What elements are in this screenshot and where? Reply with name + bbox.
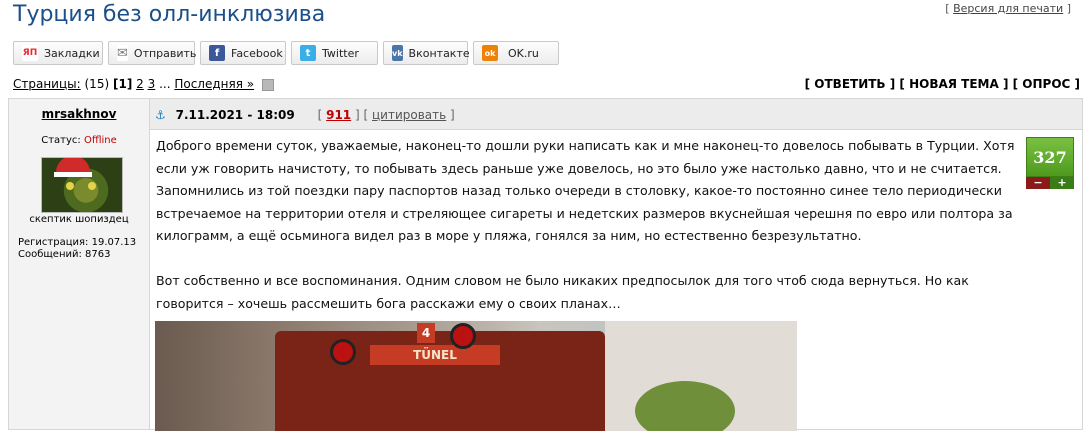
avatar-eye — [66, 182, 74, 190]
pagination-dropdown-icon[interactable] — [261, 78, 274, 91]
pagination-label[interactable]: Страницы: — [13, 77, 81, 91]
photo-lamp — [330, 339, 356, 365]
avatar-eye — [88, 182, 96, 190]
author-info: Регистрация: 19.07.13 Сообщений: 8763 — [18, 237, 136, 261]
share-vk-button[interactable]: vk Вконтакте — [383, 41, 470, 65]
post-author-name[interactable]: mrsakhnov — [9, 107, 149, 121]
post-author-column: mrsakhnov Статус: Offline скептик шопизд… — [9, 99, 150, 429]
photo-lamp — [450, 323, 476, 349]
pagination-count: (15) — [84, 77, 110, 91]
share-bar: ЯП Закладки ✉ Отправить f Facebook t Twi… — [13, 41, 559, 67]
pagination-last[interactable]: Последняя » — [174, 77, 254, 91]
post-photo[interactable]: 4 TÜNEL — [155, 321, 797, 431]
post-date: 7.11.2021 - 18:09 — [175, 108, 295, 122]
yandex-bookmarks-icon: ЯП — [22, 45, 38, 61]
odnoklassniki-icon: ok — [482, 45, 498, 61]
photo-tram-sign: TÜNEL — [370, 345, 500, 365]
quote-link[interactable]: цитировать — [372, 108, 446, 122]
author-status: Статус: Offline — [9, 135, 149, 146]
author-registration: Регистрация: 19.07.13 — [18, 237, 137, 248]
photo-tram-number: 4 — [417, 323, 435, 343]
twitter-icon: t — [300, 45, 316, 61]
topic-actions[interactable]: [ ОТВЕТИТЬ ] [ НОВАЯ ТЕМА ] [ ОПРОС ] — [805, 77, 1080, 91]
rating-minus-button[interactable]: − — [1026, 177, 1050, 189]
post-number-link[interactable]: 911 — [326, 108, 351, 122]
author-status-value: Offline — [83, 135, 117, 146]
mail-icon: ✉ — [117, 45, 128, 61]
share-facebook-label: Facebook — [231, 46, 283, 60]
share-email-button[interactable]: ✉ Отправить — [108, 41, 197, 65]
pagination-page-3[interactable]: 3 — [148, 77, 156, 91]
rating-value: 327 — [1026, 137, 1074, 177]
post-paragraph: Доброго времени суток, уважаемые, наконе… — [156, 138, 1015, 244]
pager-row: Страницы: (15) [1] 2 3 ... Последняя » [… — [13, 75, 1080, 95]
rating-controls: − + — [1026, 177, 1074, 189]
share-twitter-label: Twitter — [322, 46, 359, 60]
pagination-page-2[interactable]: 2 — [136, 77, 144, 91]
share-ok-label: OK.ru — [508, 46, 539, 60]
post-paragraph: Вот собственно и все воспоминания. Одним… — [156, 272, 969, 311]
avatar[interactable] — [41, 157, 123, 213]
author-status-label: Статус: — [41, 135, 81, 146]
pagination: Страницы: (15) [1] 2 3 ... Последняя » — [13, 77, 274, 91]
print-version-link-wrapper: [ Версия для печати ] — [945, 2, 1071, 15]
avatar-hat-trim — [54, 172, 92, 177]
pagination-current: 1 — [118, 77, 127, 91]
share-vk-label: Вконтакте — [408, 46, 470, 60]
post-meta: ⚓ 7.11.2021 - 18:09 [ 911 ] [ цитировать… — [155, 108, 455, 122]
author-rank: скептик шопиздец — [29, 214, 129, 225]
rating-plus-button[interactable]: + — [1050, 177, 1074, 189]
print-version-link[interactable]: Версия для печати — [953, 2, 1063, 15]
anchor-icon[interactable]: ⚓ — [155, 108, 166, 122]
post-rating: 327 − + — [1026, 137, 1074, 189]
share-bookmarks-label: Закладки — [44, 46, 100, 60]
vk-icon: vk — [392, 45, 403, 61]
pagination-ellipsis: ... — [159, 77, 171, 91]
post-body: Доброго времени суток, уважаемые, наконе… — [156, 135, 1016, 337]
page-title: Турция без олл-инклюзива — [13, 2, 326, 27]
facebook-icon: f — [209, 45, 225, 61]
share-bookmarks-button[interactable]: ЯП Закладки — [13, 41, 103, 65]
author-messages: Сообщений: 8763 — [18, 249, 111, 260]
share-email-label: Отправить — [133, 46, 197, 60]
share-ok-button[interactable]: ok OK.ru — [473, 41, 559, 65]
forum-post: mrsakhnov Статус: Offline скептик шопизд… — [8, 98, 1083, 431]
share-twitter-button[interactable]: t Twitter — [291, 41, 378, 65]
share-facebook-button[interactable]: f Facebook — [200, 41, 286, 65]
